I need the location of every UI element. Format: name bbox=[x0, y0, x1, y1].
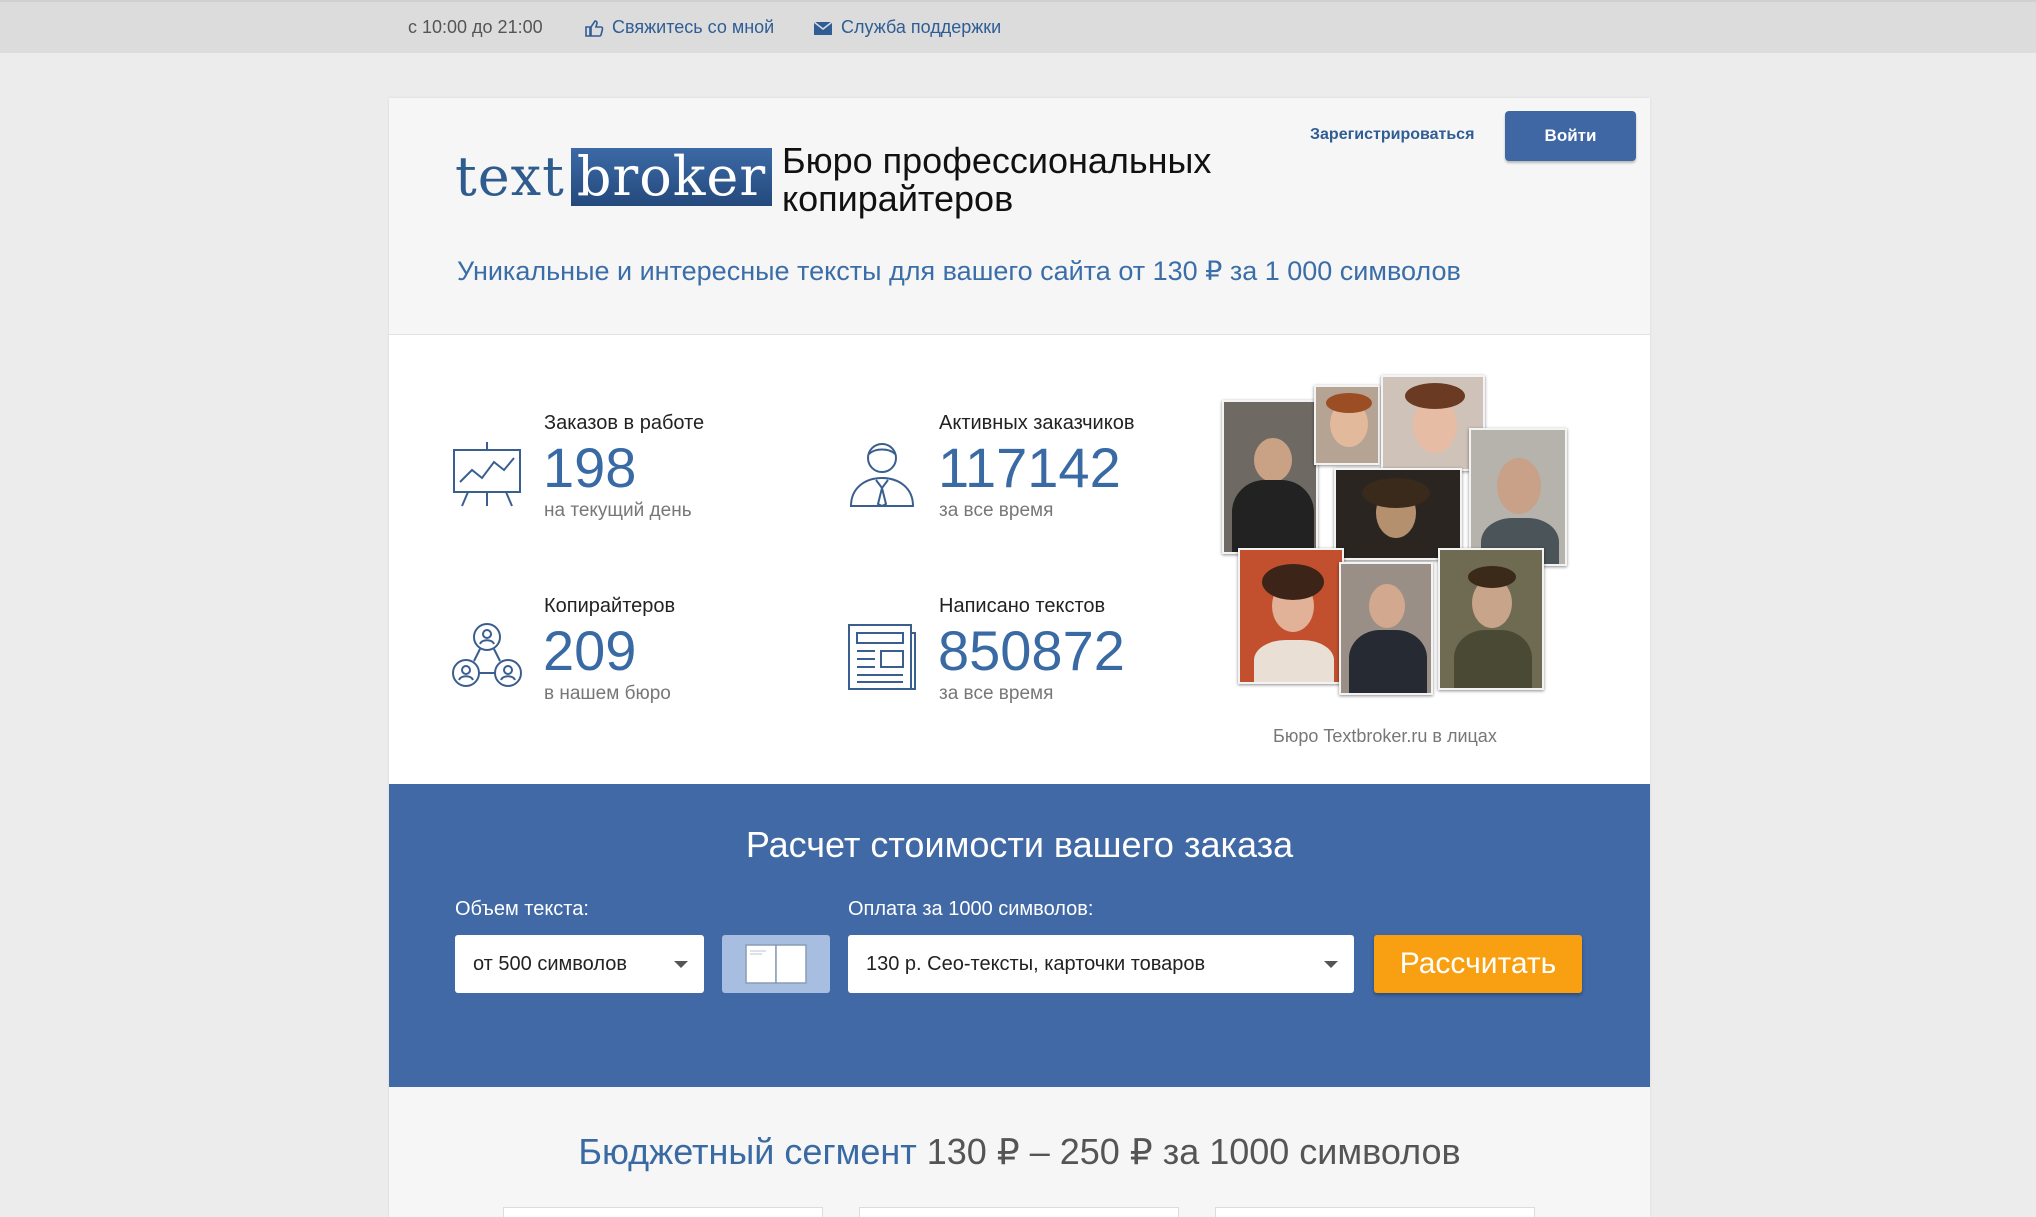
stat-note: на текущий день bbox=[544, 500, 692, 521]
textbroker-logo[interactable]: text broker bbox=[455, 145, 773, 208]
presentation-chart-icon bbox=[453, 442, 521, 507]
chevron-down-icon bbox=[674, 961, 688, 968]
price-tier-select[interactable]: 130 р. Сео-тексты, карточки товаров bbox=[848, 935, 1354, 993]
header-subtitle: Уникальные и интересные тексты для вашег… bbox=[457, 256, 1461, 286]
stat-label: Активных заказчиков bbox=[939, 412, 1135, 434]
header: text broker Бюро профессиональных копира… bbox=[389, 98, 1650, 335]
budget-card[interactable] bbox=[1215, 1207, 1535, 1217]
collage-caption: Бюро Textbroker.ru в лицах bbox=[1273, 726, 1497, 746]
price-calculator: Расчет стоимости вашего заказа Объем тек… bbox=[389, 784, 1650, 1087]
working-hours-text: с 10:00 до 21:00 bbox=[408, 17, 543, 37]
thumbs-up-icon bbox=[585, 19, 604, 37]
team-photo bbox=[1314, 385, 1380, 465]
budget-title-accent: Бюджетный сегмент bbox=[578, 1131, 917, 1172]
budget-title-range: 130 ₽ – 250 ₽ за 1000 символов bbox=[916, 1131, 1461, 1172]
stat-label: Написано текстов bbox=[939, 595, 1106, 617]
logo-boxed-part: broker bbox=[570, 148, 773, 206]
stat-value: 209 bbox=[543, 619, 637, 682]
text-volume-select[interactable]: от 500 символов bbox=[455, 935, 704, 993]
calculator-title: Расчет стоимости вашего заказа bbox=[745, 824, 1294, 865]
contact-me-link[interactable]: Свяжитесь со мной bbox=[584, 17, 774, 38]
working-hours: с 10:00 до 21:00 bbox=[408, 17, 543, 38]
logo-text-part: text bbox=[455, 145, 565, 208]
team-photo bbox=[1334, 468, 1462, 560]
team-photo-collage bbox=[1222, 375, 1567, 695]
price-per-1000-label: Оплата за 1000 символов: bbox=[848, 898, 1094, 920]
text-volume-value: от 500 символов bbox=[473, 953, 627, 975]
team-photo bbox=[1339, 562, 1433, 695]
login-button[interactable]: Войти bbox=[1505, 111, 1636, 161]
support-label: Служба поддержки bbox=[841, 17, 1002, 37]
budget-segment-section: Бюджетный сегмент 130 ₽ – 250 ₽ за 1000 … bbox=[389, 1087, 1650, 1217]
team-photo bbox=[1238, 548, 1344, 684]
newspaper-icon bbox=[848, 624, 916, 690]
open-book-indicator bbox=[722, 935, 830, 993]
register-link[interactable]: Зарегистрироваться bbox=[1310, 126, 1474, 144]
budget-segment-title: Бюджетный сегмент 130 ₽ – 250 ₽ за 1000 … bbox=[389, 1131, 1650, 1173]
stat-value: 117142 bbox=[938, 436, 1121, 499]
site-tagline: Бюро профессиональных копирайтеров bbox=[782, 140, 1212, 219]
contact-me-label: Свяжитесь со мной bbox=[612, 17, 775, 37]
support-link[interactable]: Служба поддержки bbox=[813, 17, 1001, 38]
top-bar: с 10:00 до 21:00 Свяжитесь со мной Служб… bbox=[0, 0, 2036, 53]
stat-value: 850872 bbox=[938, 619, 1125, 682]
team-photo bbox=[1469, 428, 1567, 566]
stat-note: за все время bbox=[939, 500, 1054, 521]
stat-note: в нашем бюро bbox=[544, 683, 671, 704]
main-card: text broker Бюро профессиональных копира… bbox=[389, 98, 1650, 1217]
open-book-icon bbox=[745, 944, 807, 984]
budget-card[interactable] bbox=[859, 1207, 1179, 1217]
stat-label: Копирайтеров bbox=[544, 595, 676, 617]
text-volume-label: Объем текста: bbox=[455, 898, 589, 920]
stat-label: Заказов в работе bbox=[544, 412, 705, 434]
team-icon bbox=[452, 623, 522, 687]
price-tier-value: 130 р. Сео-тексты, карточки товаров bbox=[866, 953, 1206, 975]
calculate-button[interactable]: Рассчитать bbox=[1374, 935, 1582, 993]
budget-card[interactable] bbox=[503, 1207, 823, 1217]
stat-note: за все время bbox=[939, 683, 1054, 704]
envelope-icon bbox=[813, 20, 833, 35]
person-icon bbox=[849, 443, 915, 508]
team-photo bbox=[1222, 400, 1318, 554]
chevron-down-icon bbox=[1324, 961, 1338, 968]
team-photo bbox=[1438, 548, 1544, 690]
stat-value: 198 bbox=[543, 436, 637, 499]
